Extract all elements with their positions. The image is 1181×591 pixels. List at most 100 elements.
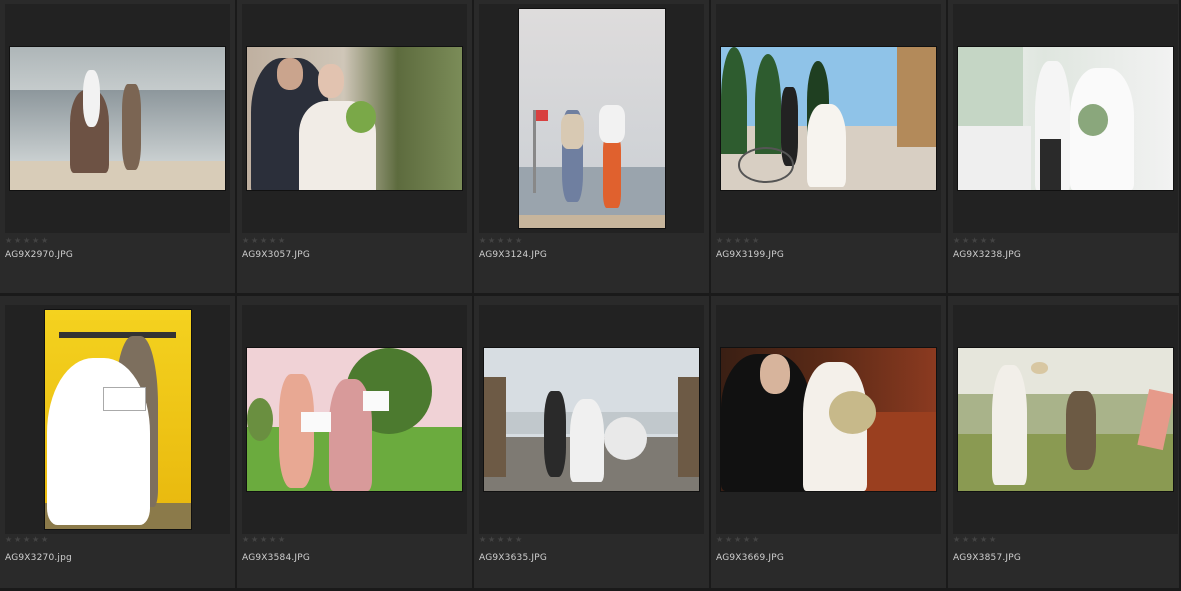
star-icon[interactable]: ★ [41, 237, 49, 245]
thumbnail-image[interactable] [518, 9, 665, 228]
thumbnail-image[interactable] [721, 348, 936, 491]
thumbnail-frame [242, 305, 467, 534]
thumbnail-image[interactable] [44, 310, 191, 529]
star-icon[interactable]: ★ [242, 536, 250, 544]
star-rating[interactable]: ★ ★ ★ ★ ★ [242, 237, 286, 245]
thumbnail-cell[interactable]: ★ ★ ★ ★ ★ AG9X3057.JPG [237, 0, 474, 296]
thumbnail-image[interactable] [247, 348, 462, 491]
star-icon[interactable]: ★ [989, 237, 997, 245]
thumbnail-cell[interactable]: ★ ★ ★ ★ ★ AG9X3270.jpg [0, 296, 237, 591]
star-icon[interactable]: ★ [497, 237, 505, 245]
star-icon[interactable]: ★ [269, 237, 277, 245]
star-icon[interactable]: ★ [260, 536, 268, 544]
bicycle [738, 147, 794, 183]
thumbnail-image[interactable] [247, 47, 462, 190]
pillar [677, 376, 699, 477]
thumbnail-cell[interactable]: ★ ★ ★ ★ ★ AG9X3857.JPG [948, 296, 1181, 591]
flagpole [533, 109, 536, 193]
thumbnail-frame [479, 4, 704, 233]
thumbnail-image[interactable] [958, 47, 1173, 190]
groom [121, 84, 142, 170]
star-icon[interactable]: ★ [506, 237, 514, 245]
star-icon[interactable]: ★ [962, 237, 970, 245]
bride [47, 358, 150, 525]
star-rating[interactable]: ★ ★ ★ ★ ★ [479, 536, 523, 544]
star-icon[interactable]: ★ [497, 536, 505, 544]
star-icon[interactable]: ★ [488, 536, 496, 544]
star-icon[interactable]: ★ [5, 536, 13, 544]
sky [10, 47, 225, 90]
star-icon[interactable]: ★ [734, 237, 742, 245]
star-icon[interactable]: ★ [479, 237, 487, 245]
star-icon[interactable]: ★ [743, 536, 751, 544]
sign [300, 412, 331, 433]
star-icon[interactable]: ★ [14, 536, 22, 544]
star-icon[interactable]: ★ [971, 237, 979, 245]
star-icon[interactable]: ★ [41, 536, 49, 544]
star-icon[interactable]: ★ [479, 536, 487, 544]
thumbnail-frame [242, 4, 467, 233]
star-icon[interactable]: ★ [506, 536, 514, 544]
star-icon[interactable]: ★ [716, 536, 724, 544]
groom [544, 390, 566, 477]
flag [536, 109, 548, 121]
sign [363, 390, 389, 411]
tree [721, 47, 747, 155]
star-icon[interactable]: ★ [734, 536, 742, 544]
thumbnail-image[interactable] [10, 47, 225, 190]
star-icon[interactable]: ★ [23, 536, 31, 544]
star-rating[interactable]: ★ ★ ★ ★ ★ [716, 536, 760, 544]
thumbnail-image[interactable] [721, 47, 936, 190]
sand [10, 161, 225, 190]
star-icon[interactable]: ★ [953, 536, 961, 544]
star-icon[interactable]: ★ [725, 237, 733, 245]
star-icon[interactable]: ★ [515, 237, 523, 245]
star-icon[interactable]: ★ [14, 237, 22, 245]
star-rating[interactable]: ★ ★ ★ ★ ★ [953, 237, 997, 245]
tree [755, 54, 782, 155]
thumbnail-cell[interactable]: ★ ★ ★ ★ ★ AG9X3199.JPG [711, 0, 948, 296]
thumbnail-image[interactable] [958, 348, 1173, 491]
star-icon[interactable]: ★ [980, 536, 988, 544]
star-icon[interactable]: ★ [725, 536, 733, 544]
star-icon[interactable]: ★ [251, 237, 259, 245]
star-icon[interactable]: ★ [971, 536, 979, 544]
star-icon[interactable]: ★ [278, 237, 286, 245]
thumbnail-cell[interactable]: ★ ★ ★ ★ ★ AG9X3124.JPG [474, 0, 711, 296]
star-icon[interactable]: ★ [242, 237, 250, 245]
thumbnail-image[interactable] [484, 348, 699, 491]
thumbnail-cell[interactable]: ★ ★ ★ ★ ★ AG9X2970.JPG [0, 0, 237, 296]
star-icon[interactable]: ★ [251, 536, 259, 544]
star-icon[interactable]: ★ [953, 237, 961, 245]
star-rating[interactable]: ★ ★ ★ ★ ★ [5, 237, 49, 245]
star-icon[interactable]: ★ [278, 536, 286, 544]
star-icon[interactable]: ★ [32, 536, 40, 544]
thumbnail-cell[interactable]: ★ ★ ★ ★ ★ AG9X3584.JPG [237, 296, 474, 591]
star-rating[interactable]: ★ ★ ★ ★ ★ [242, 536, 286, 544]
thumbnail-cell[interactable]: ★ ★ ★ ★ ★ AG9X3238.JPG [948, 0, 1181, 296]
star-icon[interactable]: ★ [269, 536, 277, 544]
star-icon[interactable]: ★ [32, 237, 40, 245]
filename-label: AG9X2970.JPG [5, 250, 74, 260]
star-icon[interactable]: ★ [962, 536, 970, 544]
bouquet [1078, 104, 1109, 136]
thumbnail-frame [716, 305, 941, 534]
star-icon[interactable]: ★ [260, 237, 268, 245]
thumbnail-cell[interactable]: ★ ★ ★ ★ ★ AG9X3635.JPG [474, 296, 711, 591]
star-icon[interactable]: ★ [752, 237, 760, 245]
star-icon[interactable]: ★ [23, 237, 31, 245]
filename-label: AG9X3057.JPG [242, 250, 311, 260]
star-rating[interactable]: ★ ★ ★ ★ ★ [953, 536, 997, 544]
star-icon[interactable]: ★ [716, 237, 724, 245]
star-rating[interactable]: ★ ★ ★ ★ ★ [479, 237, 523, 245]
star-rating[interactable]: ★ ★ ★ ★ ★ [5, 536, 49, 544]
star-icon[interactable]: ★ [752, 536, 760, 544]
star-icon[interactable]: ★ [989, 536, 997, 544]
star-icon[interactable]: ★ [743, 237, 751, 245]
star-icon[interactable]: ★ [5, 237, 13, 245]
thumbnail-cell[interactable]: ★ ★ ★ ★ ★ AG9X3669.JPG [711, 296, 948, 591]
star-icon[interactable]: ★ [515, 536, 523, 544]
star-icon[interactable]: ★ [980, 237, 988, 245]
star-rating[interactable]: ★ ★ ★ ★ ★ [716, 237, 760, 245]
star-icon[interactable]: ★ [488, 237, 496, 245]
